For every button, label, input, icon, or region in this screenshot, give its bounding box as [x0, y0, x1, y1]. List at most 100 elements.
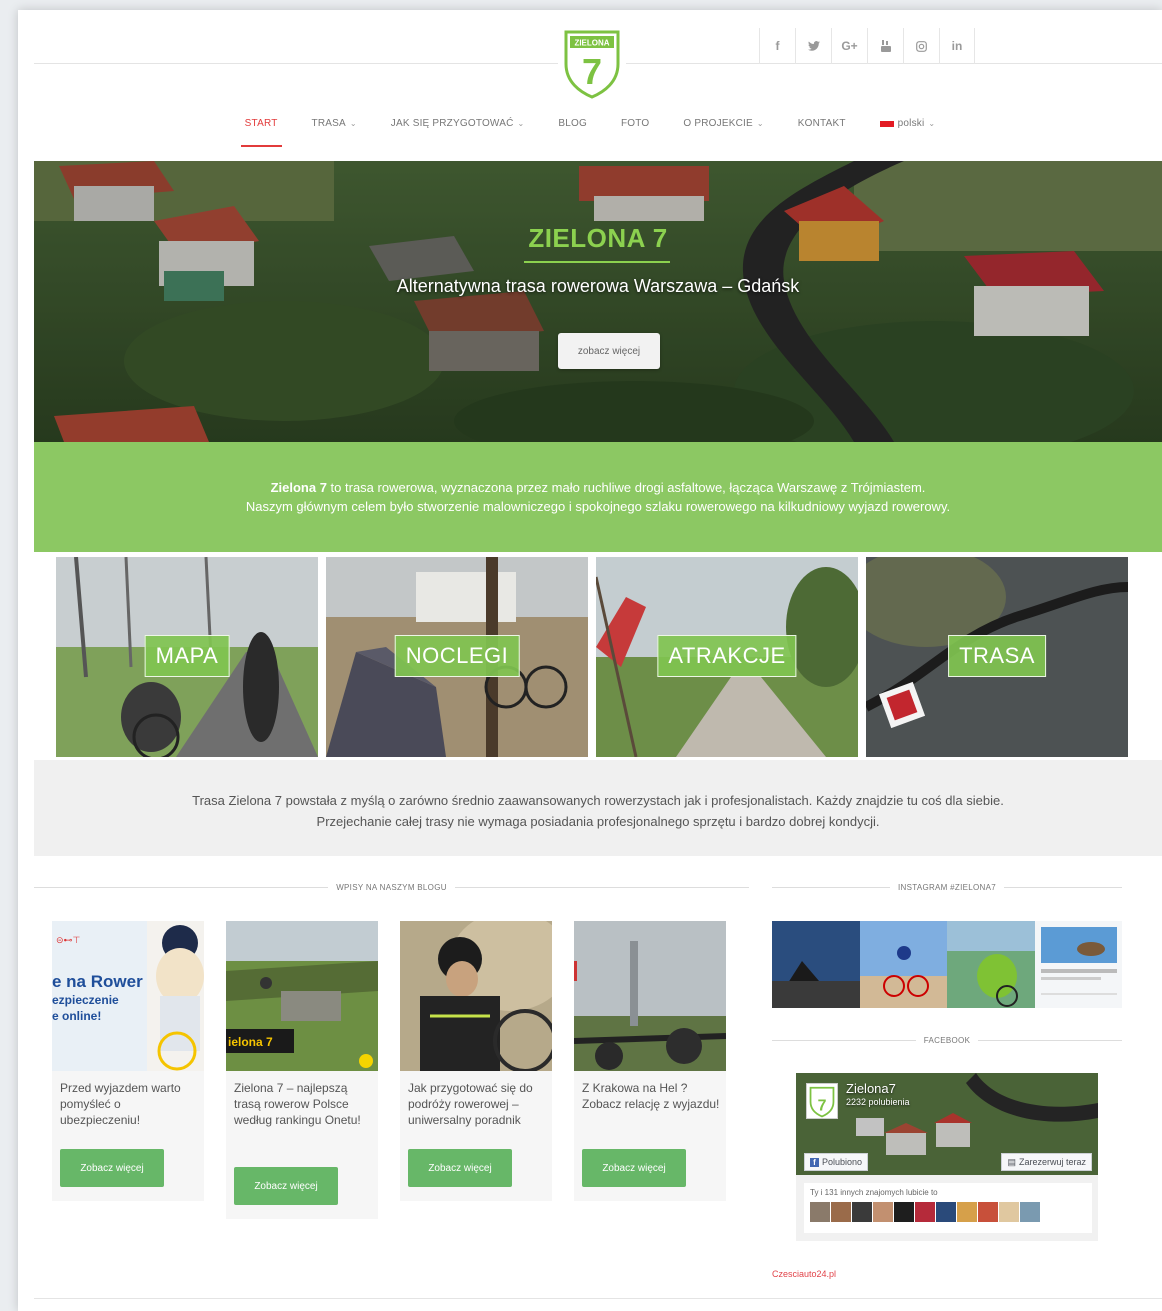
post-title[interactable]: Zielona 7 – najlepszą trasą rowerow Pols…: [226, 1071, 378, 1167]
social-links: f G+ in: [759, 28, 975, 64]
main-nav: START TRASA ⌄ JAK SIĘ PRZYGOTOWAĆ ⌄ BLOG F…: [18, 118, 1162, 147]
about-text-2: Przejechanie całej trasy nie wymaga posi…: [316, 814, 880, 829]
tile-atrakcje[interactable]: ATRAKCJE: [596, 557, 858, 757]
chevron-down-icon: ⌄: [756, 119, 764, 128]
chevron-down-icon: ⌄: [928, 119, 936, 128]
post-more-button[interactable]: Zobacz więcej: [408, 1149, 512, 1187]
svg-text:7: 7: [818, 1098, 827, 1115]
nav-kontakt[interactable]: KONTAKT: [798, 118, 846, 147]
post-more-button[interactable]: Zobacz więcej: [582, 1149, 686, 1187]
twitter-icon[interactable]: [795, 28, 831, 64]
svg-text:7: 7: [582, 51, 602, 92]
google-plus-icon[interactable]: G+: [831, 28, 867, 64]
nav-blog-label: BLOG: [558, 118, 587, 129]
blog-post[interactable]: Z Krakowa na Hel ? Zobacz relację z wyja…: [574, 921, 726, 1201]
svg-text:ezpieczenie: ezpieczenie: [52, 993, 119, 1007]
avatar[interactable]: [1020, 1202, 1040, 1222]
facebook-widget: 7 Zielona7 2232 polubienia f Polubiono ▤ Z…: [796, 1073, 1098, 1241]
svg-text:e na Rower: e na Rower: [52, 972, 143, 991]
svg-text:⊝⊷⊤: ⊝⊷⊤: [56, 935, 81, 945]
nav-jak-label: JAK SIĘ PRZYGOTOWAĆ: [390, 118, 514, 129]
hero-banner: ZIELONA 7 Alternatywna trasa rowerowa Wa…: [34, 161, 1162, 442]
avatar[interactable]: [978, 1202, 998, 1222]
svg-text:ielona 7: ielona 7: [228, 1035, 273, 1049]
post-title[interactable]: Jak przygotować się do podróży rowerowej…: [400, 1071, 552, 1149]
intro-band: Zielona 7 to trasa rowerowa, wyznaczona …: [34, 442, 1162, 552]
avatar[interactable]: [915, 1202, 935, 1222]
avatar[interactable]: [852, 1202, 872, 1222]
tile-noclegi-label: NOCLEGI: [394, 635, 520, 677]
facebook-page-name[interactable]: Zielona7: [846, 1081, 896, 1096]
nav-trasa-label: TRASA: [311, 118, 346, 129]
facebook-icon[interactable]: f: [759, 28, 795, 64]
intro-text-2: Naszym głównym celem było stworzenie mal…: [245, 499, 951, 514]
intro-text-1: to trasa rowerowa, wyznaczona przez mało…: [326, 480, 926, 495]
tile-mapa[interactable]: MAPA: [56, 557, 318, 757]
post-more-button[interactable]: Zobacz więcej: [60, 1149, 164, 1187]
language-selector[interactable]: polski ⌄: [879, 118, 936, 147]
tile-trasa[interactable]: TRASA: [866, 557, 1128, 757]
instagram-icon[interactable]: [903, 28, 939, 64]
facebook-page-logo[interactable]: 7: [806, 1083, 838, 1119]
facebook-like-button[interactable]: f Polubiono: [804, 1153, 869, 1171]
avatar[interactable]: [810, 1202, 830, 1222]
facebook-section-title: FACEBOOK: [923, 1036, 971, 1045]
chevron-down-icon: ⌄: [349, 119, 357, 128]
hero-title: ZIELONA 7: [528, 223, 668, 253]
instagram-section-title: INSTAGRAM #ZIELONA7: [897, 883, 997, 892]
hero-more-button[interactable]: zobacz więcej: [558, 333, 660, 369]
linkedin-icon[interactable]: in: [939, 28, 975, 64]
blog-section-title: WPISY NA NASZYM BLOGU: [336, 883, 447, 892]
feature-tiles: MAPA NOCLEGI ATRAKCJE TRASA: [56, 557, 1136, 757]
avatar[interactable]: [936, 1202, 956, 1222]
instagram-photo[interactable]: [772, 921, 860, 1008]
youtube-icon[interactable]: [867, 28, 903, 64]
hero-divider: [524, 261, 670, 263]
facebook-section-header: FACEBOOK: [772, 1036, 1123, 1045]
blog-posts: ⊝⊷⊤ e na Rower ezpieczenie e online! Prz…: [52, 921, 748, 1219]
facebook-like-label: Polubiono: [822, 1157, 863, 1167]
nav-o-projekcie[interactable]: O PROJEKCIE ⌄: [683, 118, 763, 147]
nav-start-label: START: [244, 118, 278, 129]
instagram-photo[interactable]: [947, 921, 1035, 1008]
poland-flag-icon: [879, 120, 894, 127]
blog-post[interactable]: Jak przygotować się do podróży rowerowej…: [400, 921, 552, 1201]
facebook-book-label: Zarezerwuj teraz: [1018, 1157, 1086, 1167]
nav-trasa[interactable]: TRASA ⌄: [312, 118, 357, 147]
about-text-1: Trasa Zielona 7 powstała z myślą o zarów…: [192, 793, 1004, 808]
avatar[interactable]: [894, 1202, 914, 1222]
instagram-photo[interactable]: [1034, 921, 1122, 1008]
shield-logo-icon: ZIELONA 7: [564, 30, 620, 99]
facebook-book-button[interactable]: ▤ Zarezerwuj teraz: [1001, 1153, 1092, 1171]
facebook-likes-count: 2232 polubienia: [846, 1097, 910, 1107]
facebook-friend-avatars: [804, 1202, 1092, 1222]
avatar[interactable]: [831, 1202, 851, 1222]
post-title[interactable]: Przed wyjazdem warto pomyśleć o ubezpiec…: [52, 1071, 204, 1149]
post-image: [400, 921, 552, 1071]
avatar[interactable]: [873, 1202, 893, 1222]
blog-post[interactable]: ielona 7 Zielona 7 – najlepszą trasą row…: [226, 921, 378, 1219]
calendar-icon: ▤: [1007, 1156, 1016, 1167]
nav-start[interactable]: START: [240, 118, 282, 147]
avatar[interactable]: [957, 1202, 977, 1222]
instagram-photo[interactable]: [859, 921, 948, 1008]
footer-partner-link[interactable]: Czesciauto24.pl: [772, 1269, 836, 1279]
nav-jak-sie-przygotowac[interactable]: JAK SIĘ PRZYGOTOWAĆ ⌄: [391, 118, 525, 147]
site-logo[interactable]: ZIELONA 7: [558, 24, 626, 100]
instagram-section-header: INSTAGRAM #ZIELONA7: [772, 883, 1122, 892]
nav-blog[interactable]: BLOG: [558, 118, 587, 147]
nav-foto[interactable]: FOTO: [621, 118, 649, 147]
blog-section-header: WPISY NA NASZYM BLOGU: [34, 883, 749, 892]
tile-mapa-label: MAPA: [144, 635, 230, 677]
tile-trasa-label: TRASA: [948, 635, 1046, 677]
facebook-icon: f: [810, 1157, 819, 1167]
avatar[interactable]: [999, 1202, 1019, 1222]
nav-kontakt-label: KONTAKT: [797, 118, 846, 129]
footer-divider: [34, 1298, 1162, 1299]
post-image: ielona 7: [226, 921, 378, 1071]
post-more-button[interactable]: Zobacz więcej: [234, 1167, 338, 1205]
tile-noclegi[interactable]: NOCLEGI: [326, 557, 588, 757]
post-title[interactable]: Z Krakowa na Hel ? Zobacz relację z wyja…: [574, 1071, 726, 1149]
blog-post[interactable]: ⊝⊷⊤ e na Rower ezpieczenie e online! Prz…: [52, 921, 204, 1201]
page: ZIELONA 7 f G+ in START TRASA ⌄ JAK SIĘ P…: [18, 10, 1162, 1311]
